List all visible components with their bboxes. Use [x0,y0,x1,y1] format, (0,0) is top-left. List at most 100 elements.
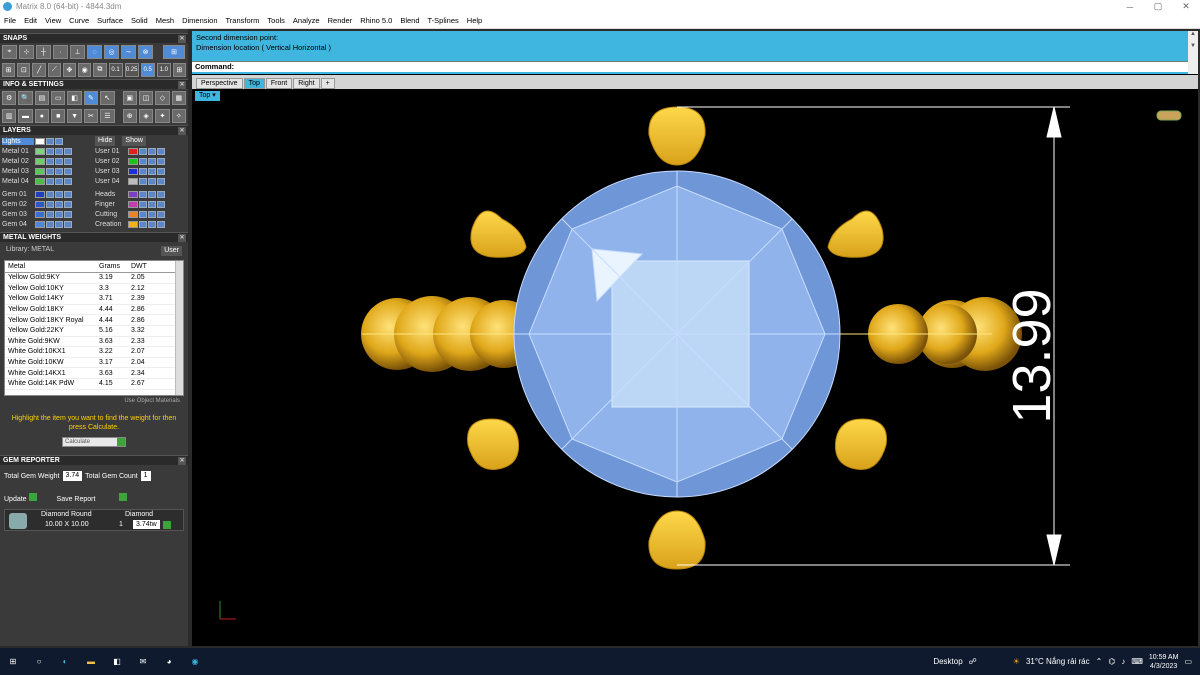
planar-icon[interactable]: ╱ [32,63,46,77]
command-input[interactable]: Command: [192,61,1188,72]
layer-name[interactable]: Gem 01 [2,191,34,198]
ortho-icon[interactable]: ⊡ [17,63,31,77]
visible-icon[interactable] [55,137,63,145]
edge-icon[interactable]: ◐ [52,648,78,675]
add-tab-button[interactable]: + [320,78,335,89]
layer-name[interactable]: Creation [95,221,127,228]
command-scrollbar[interactable]: ▲ ▼ [1188,31,1198,74]
lock-icon[interactable] [139,200,147,208]
layers-icon[interactable]: ▤ [34,91,50,105]
zoom-icon[interactable]: 🔍 [18,91,33,105]
visible-icon[interactable] [148,190,156,198]
lock-icon[interactable] [139,167,147,175]
visible-icon[interactable] [55,167,63,175]
layer-name[interactable]: User 04 [95,178,127,185]
layer-color-swatch[interactable] [128,190,138,198]
gem-icon[interactable]: ◇ [155,91,170,105]
select-icon[interactable] [157,157,165,165]
update-button[interactable]: Update [4,493,37,503]
lock-icon[interactable] [46,177,54,185]
people-icon[interactable]: ☍ [969,657,977,666]
tab-right[interactable]: Right [293,78,320,89]
layer-name[interactable]: Metal 01 [2,148,34,155]
snap-int-icon[interactable]: · [53,45,68,59]
use-object-materials[interactable]: Use Object Materials [0,396,188,406]
select-icon[interactable] [157,220,165,228]
snap-value-3[interactable]: 0.5 [140,63,155,77]
grid-snap-icon[interactable]: ⊞ [172,63,187,77]
gem-list-item[interactable]: Diamond Round 10.00 X 10.00 Diamond 1 3.… [4,509,184,531]
snap-toggle-icon[interactable]: ⊞ [163,45,185,59]
mail-icon[interactable]: ✉ [130,648,156,675]
visible-icon[interactable] [148,147,156,155]
folder-icon[interactable]: ▬ [78,648,104,675]
lock-icon[interactable] [46,220,54,228]
visible-icon[interactable] [148,210,156,218]
visible-icon[interactable] [55,147,63,155]
table-row[interactable]: Yellow Gold:9KY 3.19 2.05 [5,273,183,284]
layer-name[interactable]: Gem 03 [2,211,34,218]
table-row[interactable]: White Gold:9KW 3.63 2.33 [5,337,183,348]
table-row[interactable]: White Gold:14KX1 3.63 2.34 [5,368,183,379]
close-icon[interactable]: ✕ [178,456,186,465]
visible-icon[interactable] [55,220,63,228]
sphere-icon[interactable]: ● [34,109,50,123]
layer-color-swatch[interactable] [35,210,45,218]
layer-name[interactable]: Heads [95,191,127,198]
rhino-icon[interactable]: ◕ [156,648,182,675]
tools-icon[interactable]: ✂ [83,109,99,123]
visible-icon[interactable] [55,200,63,208]
layer-color-swatch[interactable] [35,137,45,145]
menu-blend[interactable]: Blend [396,16,423,25]
menu-help[interactable]: Help [463,16,486,25]
menu-surface[interactable]: Surface [93,16,127,25]
network-icon[interactable]: ⌬ [1108,657,1115,666]
table-row[interactable]: Yellow Gold:10KY 3.3 2.12 [5,284,183,295]
select-icon[interactable] [64,220,72,228]
layer-color-swatch[interactable] [35,157,45,165]
tab-perspective[interactable]: Perspective [196,78,243,89]
minimize-button[interactable]: ─ [1116,2,1144,12]
select-icon[interactable] [157,177,165,185]
show-button[interactable]: Show [122,136,146,146]
snap-cen-icon[interactable]: ┼ [36,45,51,59]
layer-color-swatch[interactable] [35,190,45,198]
snap-mid-icon[interactable]: ⊹ [19,45,34,59]
user-button[interactable]: User [161,246,182,256]
lock-icon[interactable] [46,200,54,208]
lock-icon[interactable] [46,157,54,165]
ring-indicator-icon[interactable] [1156,110,1182,121]
tab-front[interactable]: Front [265,78,293,89]
menu-solid[interactable]: Solid [127,16,152,25]
box-icon[interactable]: ■ [51,109,66,123]
chevron-up-icon[interactable]: ⌃ [1096,657,1103,666]
snap-end-icon[interactable]: ⌖ [2,45,17,59]
lights-layer[interactable]: Lights [2,137,34,145]
shade-icon[interactable]: ◧ [67,91,82,105]
select-icon[interactable] [64,177,72,185]
lock-icon[interactable] [46,210,54,218]
viewport-top[interactable]: Top ▾ 13.99 [192,89,1198,646]
clock[interactable]: 10:59 AM 4/3/2023 [1149,653,1179,671]
select-icon[interactable] [64,200,72,208]
layer-color-swatch[interactable] [35,147,45,155]
snap-value-1[interactable]: 0.1 [108,63,123,77]
layer-name[interactable]: Metal 04 [2,178,34,185]
list-icon[interactable]: ☰ [100,109,115,123]
lock-icon[interactable] [46,190,54,198]
menu-rhino[interactable]: Rhino 5.0 [356,16,396,25]
grid-icon[interactable]: ⊞ [2,63,16,77]
windows-start-icon[interactable]: ⊞ [0,648,26,675]
weather-icon[interactable]: ☀ [1013,657,1020,666]
layer-name[interactable]: User 01 [95,148,127,155]
lock-icon[interactable] [139,147,147,155]
eye-icon[interactable]: ◉ [78,63,92,77]
ring-icon[interactable]: ◫ [138,91,154,105]
lock-icon[interactable] [139,220,147,228]
select-icon[interactable] [157,147,165,155]
target-icon[interactable]: ⊕ [122,109,137,123]
menu-tsplines[interactable]: T-Splines [424,16,463,25]
layer-name[interactable]: Gem 04 [2,221,34,228]
visible-icon[interactable] [55,210,63,218]
menu-edit[interactable]: Edit [20,16,41,25]
